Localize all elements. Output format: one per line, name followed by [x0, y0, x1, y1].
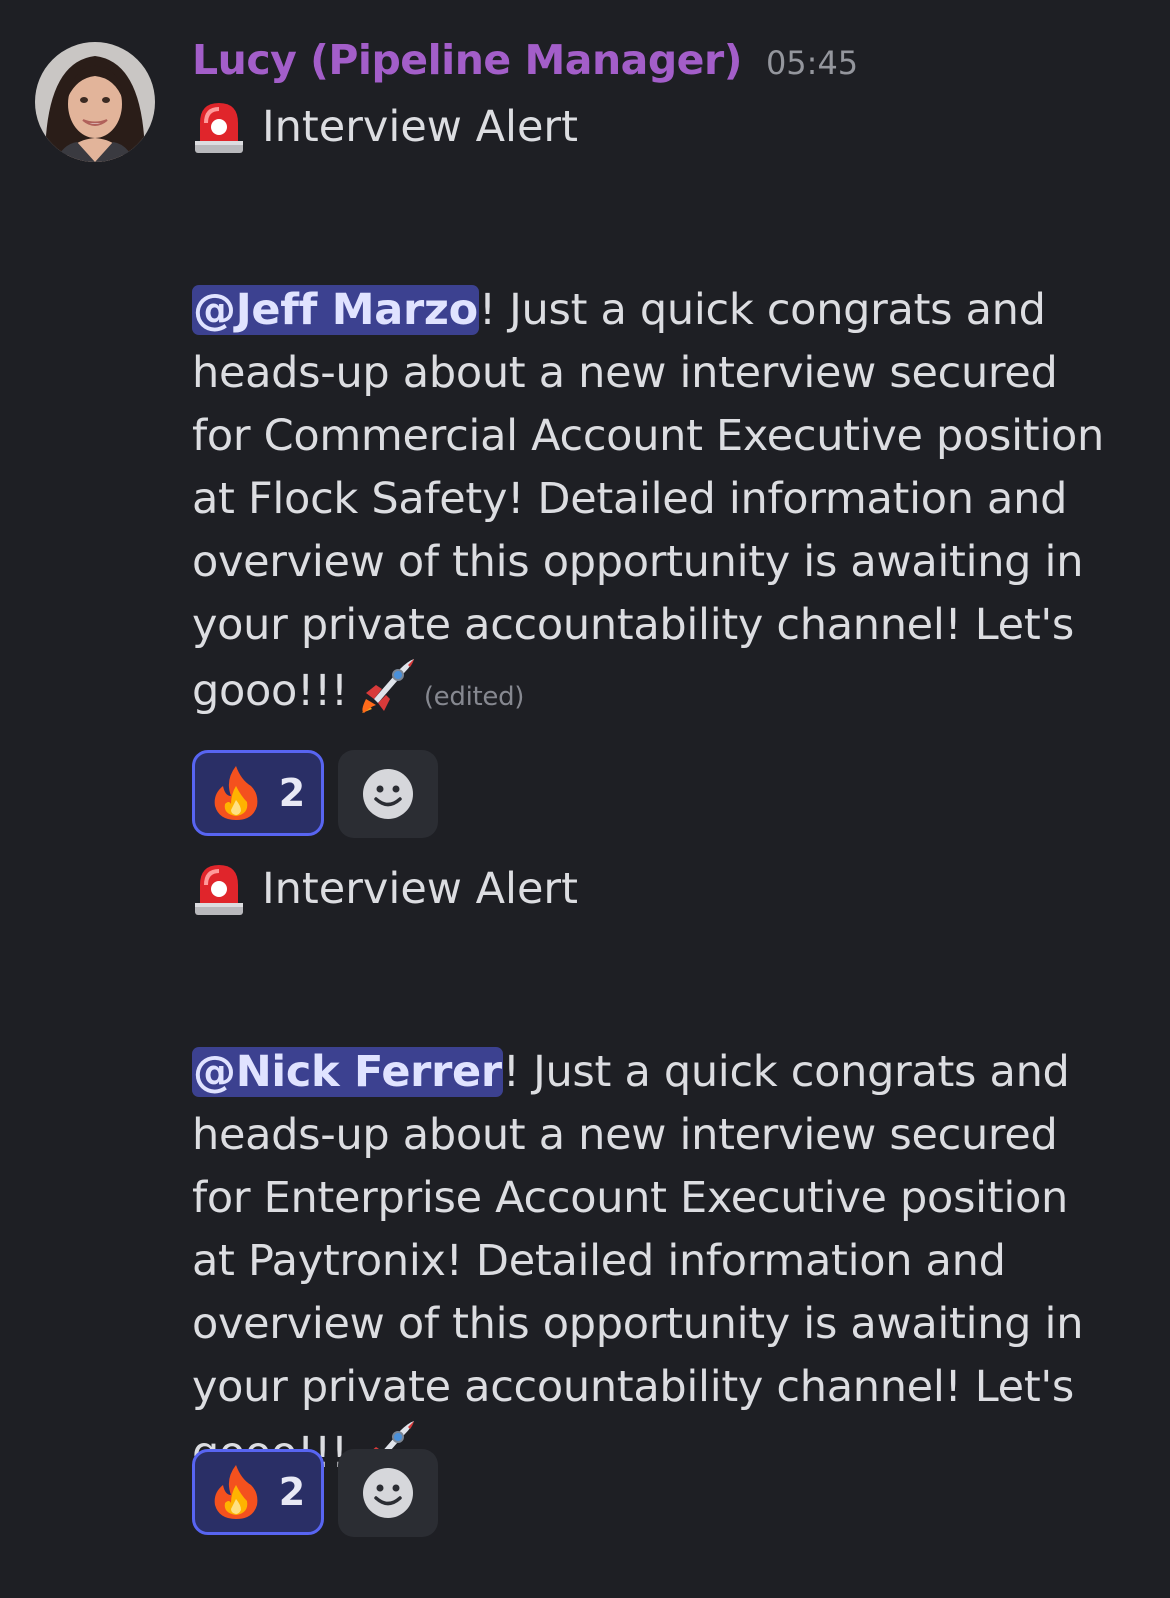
fire-icon [214, 1465, 258, 1519]
rocket-icon [361, 659, 414, 713]
message-body-1: @Jeff Marzo! Just a quick congrats and h… [192, 279, 1112, 729]
user-mention[interactable]: @Nick Ferrer [192, 1047, 503, 1097]
edited-label: (edited) [423, 682, 525, 712]
smile-icon [363, 1468, 413, 1518]
add-reaction-button[interactable] [338, 1449, 438, 1537]
fire-icon [214, 766, 258, 820]
message-body-2: @Nick Ferrer! Just a quick congrats and … [192, 1041, 1112, 1485]
message-text: ! Just a quick congrats and heads-up abo… [192, 1047, 1084, 1478]
message-text: ! Just a quick congrats and heads-up abo… [192, 285, 1104, 716]
reaction-count: 2 [278, 1470, 306, 1514]
alert-title-2: Interview Alert [192, 857, 1112, 921]
siren-icon [195, 103, 243, 153]
reactions-bar-2: 2 [192, 1449, 438, 1537]
user-mention[interactable]: @Jeff Marzo [192, 285, 479, 335]
smile-icon [363, 769, 413, 819]
reactions-bar-1: 2 [192, 750, 438, 838]
message-header: Lucy (Pipeline Manager) 05:45 [192, 36, 858, 96]
avatar[interactable] [35, 42, 155, 162]
alert-title-text: Interview Alert [262, 864, 578, 914]
add-reaction-button[interactable] [338, 750, 438, 838]
siren-icon [195, 865, 243, 915]
reaction-fire[interactable]: 2 [192, 1449, 324, 1535]
message-timestamp[interactable]: 05:45 [766, 44, 858, 82]
alert-title-text: Interview Alert [262, 102, 578, 152]
reaction-fire[interactable]: 2 [192, 750, 324, 836]
avatar-image [35, 42, 155, 162]
alert-title-1: Interview Alert [192, 95, 1112, 159]
reaction-count: 2 [278, 771, 306, 815]
author-name[interactable]: Lucy (Pipeline Manager) [192, 36, 742, 84]
